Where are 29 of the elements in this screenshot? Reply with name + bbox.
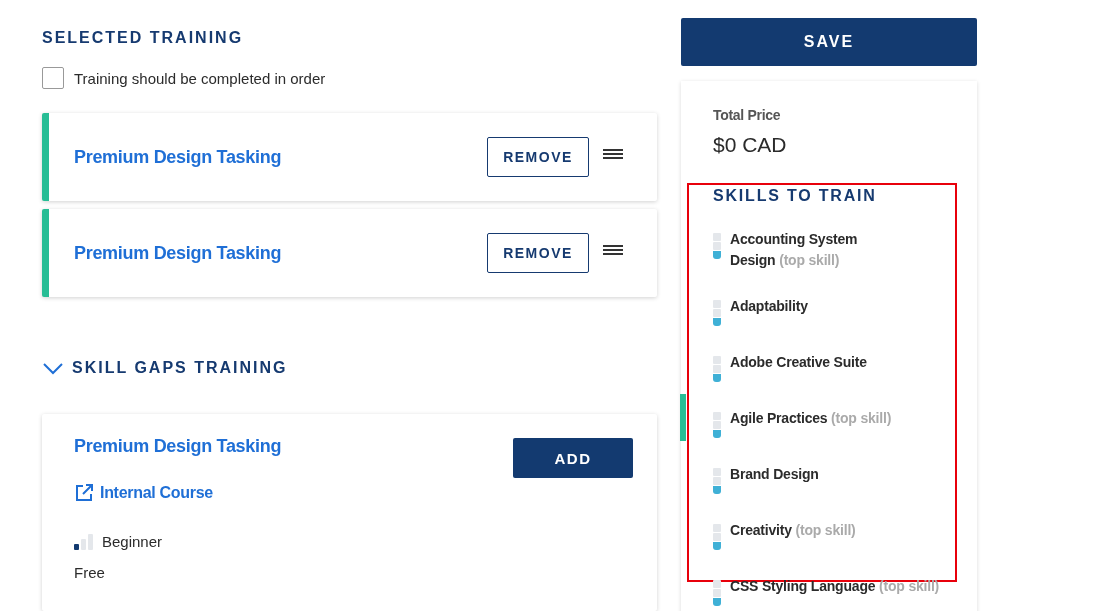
section-heading: SKILL GAPS TRAINING (72, 359, 288, 377)
skill-name: Agile Practices (top skill) (730, 409, 893, 428)
skill-name: Adaptability (730, 297, 809, 316)
remove-button[interactable]: REMOVE (487, 233, 589, 273)
checkbox[interactable] (42, 67, 64, 89)
drag-handle-icon[interactable] (603, 149, 623, 159)
skill-name: Accounting System Design (top skill) (730, 230, 859, 270)
training-title[interactable]: Premium Design Tasking (74, 242, 487, 264)
skill-name: Brand Design (730, 465, 820, 484)
price-label: Free (74, 564, 106, 581)
accent-strip (680, 394, 686, 441)
training-title[interactable]: Premium Design Tasking (74, 146, 487, 168)
total-price-label: Total Price (713, 107, 782, 123)
level-label: Beginner (102, 533, 163, 550)
skill-name: Creativity (top skill) (730, 521, 857, 540)
add-button[interactable]: ADD (513, 438, 633, 478)
section-heading: SKILLS TO TRAIN (713, 187, 878, 205)
save-button[interactable]: SAVE (681, 18, 977, 66)
course-title[interactable]: Premium Design Tasking (74, 436, 513, 457)
remove-button[interactable]: REMOVE (487, 137, 589, 177)
skill-name: Adobe Creative Suite (730, 353, 868, 372)
external-link-icon (74, 483, 94, 503)
total-price: $0 CAD (713, 133, 788, 157)
course-link[interactable]: Internal Course (100, 484, 213, 502)
section-heading: SELECTED TRAINING (42, 29, 245, 47)
skill-name: CSS Styling Language (top skill) (730, 577, 941, 596)
drag-handle-icon[interactable] (603, 245, 623, 255)
chevron-icon[interactable] (42, 361, 64, 375)
checkbox-label: Training should be completed in order (74, 69, 326, 87)
